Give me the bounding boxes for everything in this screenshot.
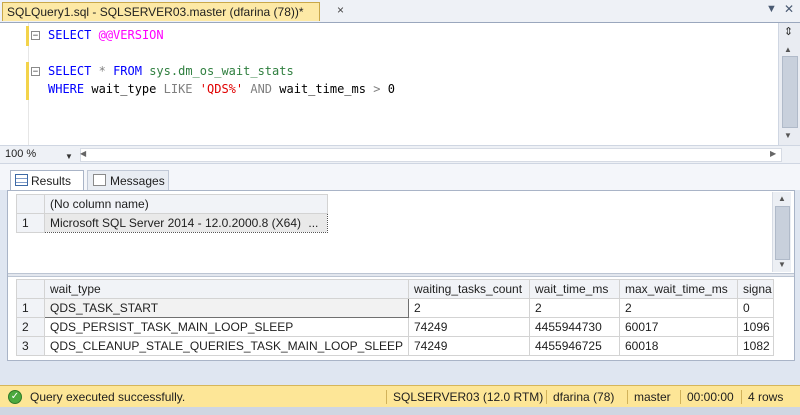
grid-cell[interactable]: QDS_CLEANUP_STALE_QUERIES_TASK_MAIN_LOOP… — [44, 336, 409, 356]
grid-cell[interactable]: 1082 — [737, 336, 774, 356]
tab-list-dropdown-icon[interactable]: ▼ — [766, 3, 777, 15]
column-header[interactable]: waiting_tasks_count — [408, 279, 530, 299]
status-rows: 4 rows — [741, 390, 783, 404]
scroll-down-icon[interactable]: ▼ — [784, 131, 792, 140]
query-editor[interactable]: − SELECT @@VERSION − SELECT * FROM sys.d… — [0, 23, 800, 146]
scroll-up-icon[interactable]: ▲ — [784, 45, 792, 54]
tab-messages-label: Messages — [110, 174, 165, 188]
collapse-icon[interactable]: − — [31, 67, 40, 77]
column-header[interactable]: wait_type — [44, 279, 409, 299]
status-bar: ✓ Query executed successfully. SQLSERVER… — [0, 385, 800, 409]
grid-cell[interactable]: 1096 — [737, 317, 774, 337]
table-row: 3 QDS_CLEANUP_STALE_QUERIES_TASK_MAIN_LO… — [16, 336, 774, 356]
status-database: master — [627, 390, 671, 404]
grid-cell[interactable]: 2 — [408, 298, 530, 318]
document-tab-title: SQLQuery1.sql - SQLSERVER03.master (dfar… — [7, 5, 304, 19]
scroll-left-icon[interactable]: ◀ — [80, 149, 86, 158]
split-editor-icon[interactable]: ⇕ — [782, 26, 795, 39]
grid-cell[interactable]: 4455944730 — [529, 317, 620, 337]
grid-cell[interactable]: 60017 — [619, 317, 738, 337]
grid-cell[interactable]: Microsoft SQL Server 2014 - 12.0.2000.8 … — [44, 213, 328, 233]
column-header[interactable]: wait_time_ms — [529, 279, 620, 299]
grid-cell[interactable]: QDS_PERSIST_TASK_MAIN_LOOP_SLEEP — [44, 317, 409, 337]
chevron-down-icon[interactable]: ▼ — [65, 150, 73, 164]
change-marker — [26, 26, 29, 46]
grid-icon — [15, 174, 28, 186]
row-number[interactable]: 1 — [16, 213, 45, 233]
grid-cell[interactable]: 4455946725 — [529, 336, 620, 356]
scroll-down-icon[interactable]: ▼ — [778, 260, 786, 269]
results-tab-bar: Results Messages — [0, 164, 800, 190]
editor-horizontal-scrollbar[interactable] — [80, 148, 782, 162]
success-check-icon: ✓ — [8, 390, 22, 404]
column-header[interactable]: (No column name) — [44, 194, 328, 214]
row-number[interactable]: 1 — [16, 298, 45, 318]
scroll-right-icon[interactable]: ▶ — [770, 149, 776, 158]
zoom-bar: 100 % ▼ ◀ ▶ — [0, 146, 800, 164]
table-row: 1 Microsoft SQL Server 2014 - 12.0.2000.… — [16, 213, 328, 233]
document-tab-bar: SQLQuery1.sql - SQLSERVER03.master (dfar… — [0, 0, 800, 23]
scroll-thumb[interactable] — [782, 56, 798, 128]
grid-cell[interactable]: 74249 — [408, 336, 530, 356]
status-server: SQLSERVER03 (12.0 RTM) — [386, 390, 543, 404]
grid-1-vertical-scrollbar[interactable]: ▲ ▼ — [772, 192, 791, 272]
grid-cell[interactable]: 60018 — [619, 336, 738, 356]
change-marker — [26, 62, 29, 100]
row-header-corner[interactable] — [16, 279, 45, 299]
scroll-thumb[interactable] — [775, 206, 790, 260]
table-row: 2 QDS_PERSIST_TASK_MAIN_LOOP_SLEEP 74249… — [16, 317, 774, 337]
code-line-2: SELECT * FROM sys.dm_os_wait_stats — [48, 64, 294, 78]
editor-vertical-scrollbar[interactable]: ⇕ ▲ ▼ — [778, 23, 800, 145]
grid-cell[interactable]: 2 — [529, 298, 620, 318]
scroll-up-icon[interactable]: ▲ — [778, 194, 786, 203]
code-line-1: SELECT @@VERSION — [48, 28, 164, 42]
tab-results-label: Results — [31, 174, 72, 188]
close-window-icon[interactable]: ✕ — [784, 2, 794, 16]
close-tab-icon[interactable]: × — [337, 3, 344, 17]
row-header-corner[interactable] — [16, 194, 45, 214]
messages-icon — [93, 174, 106, 186]
editor-margin — [0, 23, 29, 145]
cell-value: Microsoft SQL Server 2014 - 12.0.2000.8 … — [50, 216, 302, 230]
window-bottom-edge — [0, 407, 800, 415]
status-user: dfarina (78) — [546, 390, 614, 404]
tab-results[interactable]: Results — [10, 170, 84, 190]
grid-splitter[interactable] — [8, 273, 794, 277]
results-panel: (No column name) 1 Microsoft SQL Server … — [7, 190, 795, 361]
grid-cell[interactable]: 74249 — [408, 317, 530, 337]
cell-more-button[interactable]: ... — [308, 216, 318, 230]
status-message: Query executed successfully. — [30, 390, 186, 404]
document-tab[interactable]: SQLQuery1.sql - SQLSERVER03.master (dfar… — [2, 2, 320, 21]
table-row: 1 QDS_TASK_START 2 2 2 0 — [16, 298, 774, 318]
column-header[interactable]: max_wait_time_ms — [619, 279, 738, 299]
zoom-value: 100 % — [5, 148, 37, 160]
column-header[interactable]: signa — [737, 279, 774, 299]
status-elapsed: 00:00:00 — [680, 390, 734, 404]
collapse-icon[interactable]: − — [31, 31, 40, 41]
tab-messages[interactable]: Messages — [87, 170, 169, 190]
results-grid-1: (No column name) 1 Microsoft SQL Server … — [16, 194, 328, 233]
row-number[interactable]: 2 — [16, 317, 45, 337]
grid-cell[interactable]: 0 — [737, 298, 774, 318]
grid-cell[interactable]: QDS_TASK_START — [44, 298, 409, 318]
code-line-3: WHERE wait_type LIKE 'QDS%' AND wait_tim… — [48, 82, 395, 96]
grid-cell[interactable]: 2 — [619, 298, 738, 318]
results-grid-2: wait_type waiting_tasks_count wait_time_… — [16, 279, 774, 356]
zoom-select[interactable]: 100 % ▼ — [5, 147, 73, 164]
row-number[interactable]: 3 — [16, 336, 45, 356]
